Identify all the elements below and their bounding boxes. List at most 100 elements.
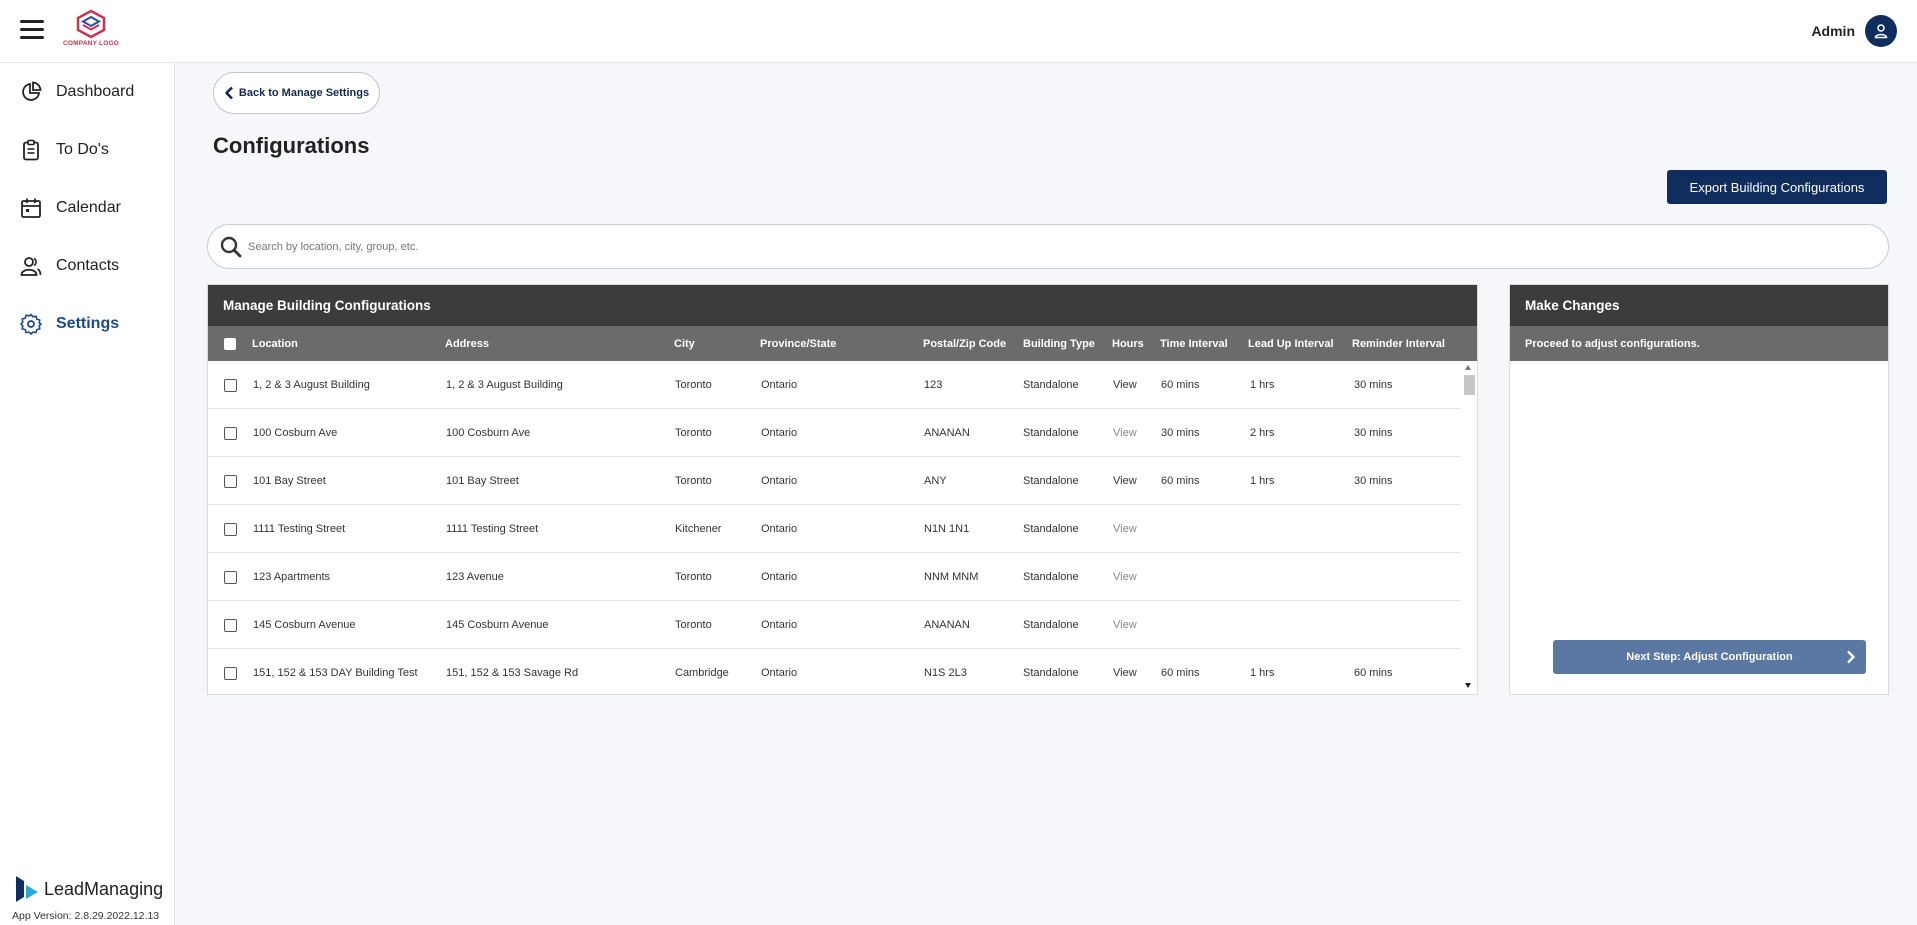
cell-reminder-interval: 30 mins [1354, 427, 1393, 439]
table-row[interactable]: 100 Cosburn Ave 100 Cosburn Ave Toronto … [208, 409, 1461, 457]
user-menu[interactable]: Admin [1811, 15, 1897, 47]
table-scrollbar[interactable] [1460, 361, 1477, 694]
column-header-postal-zip-code[interactable]: Postal/Zip Code [923, 326, 1006, 361]
column-header-building-type[interactable]: Building Type [1023, 326, 1095, 361]
sidebar-item-label: Calendar [56, 199, 121, 216]
cell-postal-code: ANANAN [924, 619, 970, 631]
table-row[interactable]: 123 Apartments 123 Avenue Toronto Ontari… [208, 553, 1461, 601]
row-checkbox[interactable] [224, 619, 237, 632]
view-hours-link[interactable]: View [1113, 553, 1137, 601]
cell-building-type: Standalone [1023, 667, 1079, 679]
logo-text: COMPANY LOGO [63, 40, 119, 47]
row-checkbox[interactable] [224, 523, 237, 536]
cell-postal-code: ANANAN [924, 427, 970, 439]
chevron-right-icon [1847, 650, 1855, 664]
row-checkbox[interactable] [224, 571, 237, 584]
sidebar-item-dashboard[interactable]: Dashboard [20, 77, 134, 107]
cell-address: 101 Bay Street [446, 475, 519, 487]
next-step-adjust-configuration-button[interactable]: Next Step: Adjust Configuration [1553, 640, 1866, 674]
table-row[interactable]: 145 Cosburn Avenue 145 Cosburn Avenue To… [208, 601, 1461, 649]
scroll-up-arrow-icon[interactable] [1465, 365, 1471, 370]
sidebar-item-contacts[interactable]: Contacts [20, 251, 119, 281]
page-title: Configurations [213, 133, 370, 158]
cell-lead-up-interval: 1 hrs [1250, 475, 1275, 487]
view-hours-link[interactable]: View [1113, 409, 1137, 457]
company-logo: COMPANY LOGO [62, 9, 120, 53]
sidebar-item-calendar[interactable]: Calendar [20, 193, 121, 223]
column-header-lead-up-interval[interactable]: Lead Up Interval [1248, 326, 1334, 361]
column-header-time-interval[interactable]: Time Interval [1160, 326, 1228, 361]
cell-address: 1111 Testing Street [446, 523, 539, 535]
table-header: Location Address City Province/State Pos… [208, 326, 1477, 361]
sidebar-item-todos[interactable]: To Do's [20, 135, 109, 165]
scroll-down-arrow-icon[interactable] [1465, 683, 1471, 688]
cell-reminder-interval: 30 mins [1354, 379, 1393, 391]
row-checkbox[interactable] [224, 667, 237, 680]
cell-time-interval: 30 mins [1161, 427, 1200, 439]
view-hours-link[interactable]: View [1113, 457, 1137, 505]
user-name: Admin [1811, 23, 1855, 39]
manage-building-configurations-panel: Manage Building Configurations Location … [207, 284, 1478, 695]
table-row[interactable]: 1111 Testing Street 1111 Testing Street … [208, 505, 1461, 553]
table-row[interactable]: 1, 2 & 3 August Building 1, 2 & 3 August… [208, 361, 1461, 409]
sidebar-item-label: Dashboard [56, 83, 135, 100]
calendar-icon [21, 198, 41, 218]
sidebar-item-label: To Do's [56, 141, 109, 158]
select-all-checkbox[interactable] [224, 338, 236, 350]
brand-logo: LeadManaging [14, 875, 163, 903]
cell-city: Kitchener [675, 523, 722, 535]
column-header-address[interactable]: Address [445, 326, 489, 361]
row-checkbox[interactable] [224, 379, 237, 392]
scrollbar-thumb[interactable] [1464, 375, 1475, 395]
cell-building-type: Standalone [1023, 523, 1079, 535]
column-header-province-state[interactable]: Province/State [760, 326, 836, 361]
cell-city: Cambridge [675, 667, 729, 679]
user-icon [1874, 24, 1888, 39]
cell-building-type: Standalone [1023, 619, 1079, 631]
cell-city: Toronto [675, 475, 712, 487]
menu-icon[interactable] [20, 20, 44, 40]
cell-province: Ontario [761, 379, 798, 391]
cell-location: 145 Cosburn Avenue [253, 619, 356, 631]
table-row[interactable]: 151, 152 & 153 DAY Building Test 151, 15… [208, 649, 1461, 694]
view-hours-link[interactable]: View [1113, 361, 1137, 409]
cell-province: Ontario [761, 571, 798, 583]
cell-time-interval: 60 mins [1161, 475, 1200, 487]
app-version: App Version: 2.8.29.2022.12.13 [12, 910, 160, 922]
cell-building-type: Standalone [1023, 571, 1079, 583]
export-building-configurations-button[interactable]: Export Building Configurations [1667, 170, 1887, 204]
cell-reminder-interval: 30 mins [1354, 475, 1393, 487]
brand-name: LeadManaging [44, 878, 164, 899]
sidebar-item-settings[interactable]: Settings [20, 309, 119, 339]
view-hours-link[interactable]: View [1113, 649, 1137, 694]
cell-city: Toronto [675, 427, 712, 439]
column-header-location[interactable]: Location [252, 326, 298, 361]
clipboard-icon [23, 139, 39, 161]
make-changes-subtitle: Proceed to adjust configurations. [1510, 326, 1888, 361]
view-hours-link[interactable]: View [1113, 505, 1137, 553]
row-checkbox[interactable] [224, 475, 237, 488]
sidebar-item-label: Contacts [56, 257, 120, 274]
column-header-hours[interactable]: Hours [1112, 326, 1144, 361]
search-bar [207, 224, 1889, 269]
cell-location: 1, 2 & 3 August Building [253, 379, 370, 391]
next-step-button-label: Next Step: Adjust Configuration [1626, 651, 1793, 663]
column-header-city[interactable]: City [674, 326, 695, 361]
cell-location: 151, 152 & 153 DAY Building Test [253, 667, 418, 679]
cell-address: 100 Cosburn Ave [446, 427, 531, 439]
search-input[interactable] [248, 240, 1848, 253]
gear-icon [20, 313, 42, 335]
row-checkbox[interactable] [224, 427, 237, 440]
back-to-manage-settings-button[interactable]: Back to Manage Settings [213, 72, 380, 114]
table-row[interactable]: 101 Bay Street 101 Bay Street Toronto On… [208, 457, 1461, 505]
cell-postal-code: N1N 1N1 [924, 523, 970, 535]
export-button-label: Export Building Configurations [1689, 179, 1865, 195]
avatar[interactable] [1865, 15, 1897, 47]
cell-address: 123 Avenue [446, 571, 504, 583]
cell-time-interval: 60 mins [1161, 667, 1200, 679]
cell-postal-code: N1S 2L3 [924, 667, 967, 679]
column-header-reminder-interval[interactable]: Reminder Interval [1352, 326, 1445, 361]
cell-postal-code: ANY [924, 475, 947, 487]
view-hours-link[interactable]: View [1113, 601, 1137, 649]
cell-lead-up-interval: 1 hrs [1250, 667, 1275, 679]
